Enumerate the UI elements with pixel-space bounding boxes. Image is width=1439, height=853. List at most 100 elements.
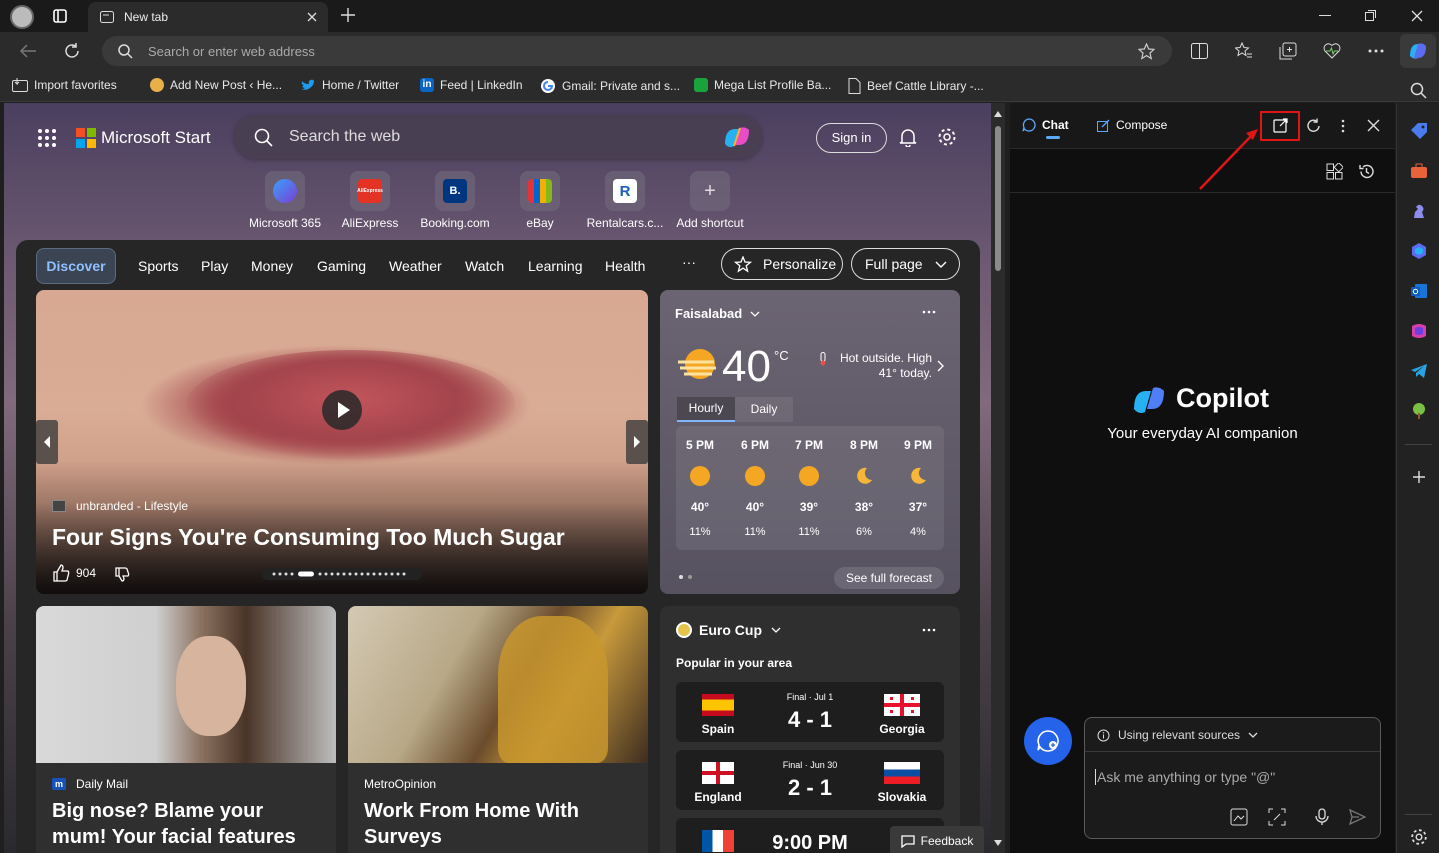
shortcut-aliexpress[interactable]: AliExpress AliExpress bbox=[325, 171, 415, 230]
tab-daily[interactable]: Daily bbox=[735, 397, 793, 422]
favorite-add-new-post[interactable]: Add New Post ‹ He... bbox=[150, 78, 282, 92]
tab-discover[interactable]: Discover bbox=[36, 248, 116, 284]
open-in-new-tab-button[interactable] bbox=[1260, 111, 1300, 141]
weather-location[interactable]: Faisalabad bbox=[675, 306, 760, 321]
shortcut-ebay[interactable]: eBay bbox=[495, 171, 585, 230]
weather-card[interactable]: Faisalabad 40 °C Hot outside. High 41° t… bbox=[660, 290, 960, 594]
settings-gear-icon[interactable] bbox=[937, 127, 957, 147]
carousel-prev-button[interactable] bbox=[36, 420, 58, 464]
more-categories-icon[interactable]: ··· bbox=[682, 254, 696, 270]
tab-new-tab[interactable]: New tab bbox=[88, 2, 328, 32]
weather-alert[interactable]: Hot outside. High 41° today. bbox=[832, 351, 932, 381]
carousel-next-button[interactable] bbox=[626, 420, 648, 464]
send-icon[interactable] bbox=[1349, 809, 1366, 825]
web-search-box[interactable]: Search the web bbox=[234, 115, 762, 159]
new-chat-button[interactable] bbox=[1024, 717, 1072, 765]
match-england-slovakia[interactable]: England Final · Jun 30 2 - 1 Slovakia bbox=[676, 750, 944, 810]
card-title[interactable]: Big nose? Blame your mum! Your facial fe… bbox=[52, 798, 322, 853]
tab-weather[interactable]: Weather bbox=[389, 258, 442, 274]
more-options-icon[interactable] bbox=[922, 310, 936, 314]
chat-input-box[interactable]: Using relevant sources Ask me anything o… bbox=[1084, 717, 1381, 839]
screenshot-icon[interactable] bbox=[1268, 808, 1286, 826]
tab-compose[interactable]: Compose bbox=[1097, 118, 1167, 132]
match-spain-georgia[interactable]: Spain Final · Jul 1 4 - 1 Georgia bbox=[676, 682, 944, 742]
favorite-twitter[interactable]: Home / Twitter bbox=[300, 78, 399, 92]
scroll-up-icon[interactable] bbox=[994, 111, 1002, 117]
copilot-sidebar-icon[interactable] bbox=[1410, 242, 1428, 260]
tab-watch[interactable]: Watch bbox=[465, 258, 504, 274]
back-arrow-icon[interactable] bbox=[19, 43, 37, 59]
tab-health[interactable]: Health bbox=[605, 258, 645, 274]
image-translate-icon[interactable] bbox=[1230, 808, 1248, 826]
split-screen-icon[interactable] bbox=[1191, 43, 1208, 59]
refresh-icon[interactable] bbox=[1306, 118, 1321, 133]
euro-cup-card[interactable]: Euro Cup Popular in your area Spain Fina… bbox=[660, 606, 960, 853]
favorite-import[interactable]: Import favorites bbox=[12, 78, 117, 92]
minimize-button[interactable] bbox=[1319, 15, 1331, 16]
tab-actions-icon[interactable] bbox=[53, 9, 67, 23]
history-icon[interactable] bbox=[1358, 163, 1375, 180]
tab-play[interactable]: Play bbox=[201, 258, 228, 274]
copilot-toolbar-button[interactable] bbox=[1400, 34, 1436, 68]
tools-briefcase-icon[interactable] bbox=[1410, 162, 1428, 180]
scrollbar-thumb[interactable] bbox=[995, 126, 1001, 271]
tab-chat[interactable]: Chat bbox=[1022, 118, 1069, 132]
play-button[interactable] bbox=[322, 390, 362, 430]
copilot-icon[interactable] bbox=[722, 124, 752, 150]
shortcut-rentalcars[interactable]: R Rentalcars.c... bbox=[580, 171, 670, 230]
tree-icon[interactable] bbox=[1410, 402, 1428, 420]
m365-icon[interactable] bbox=[1410, 322, 1428, 340]
scroll-down-icon[interactable] bbox=[994, 840, 1002, 846]
profile-avatar[interactable] bbox=[10, 5, 34, 29]
collections-icon[interactable] bbox=[1279, 42, 1297, 60]
chat-input-placeholder[interactable]: Ask me anything or type "@" bbox=[1095, 769, 1275, 785]
add-app-plus-icon[interactable] bbox=[1410, 468, 1428, 486]
favorites-icon[interactable] bbox=[1235, 42, 1253, 60]
brand-title[interactable]: Microsoft Start bbox=[101, 128, 211, 148]
hero-title[interactable]: Four Signs You're Consuming Too Much Sug… bbox=[52, 524, 565, 551]
carousel-pager[interactable] bbox=[262, 568, 422, 580]
tab-hourly[interactable]: Hourly bbox=[677, 397, 735, 422]
sidebar-settings-gear-icon[interactable] bbox=[1410, 828, 1428, 846]
app-launcher-icon[interactable] bbox=[38, 129, 56, 147]
like-button[interactable]: 904 bbox=[52, 564, 96, 582]
tab-learning[interactable]: Learning bbox=[528, 258, 583, 274]
tab-gaming[interactable]: Gaming bbox=[317, 258, 366, 274]
refresh-icon[interactable] bbox=[63, 42, 81, 60]
sign-in-button[interactable]: Sign in bbox=[816, 123, 887, 153]
microphone-icon[interactable] bbox=[1315, 808, 1329, 826]
tab-sports[interactable]: Sports bbox=[138, 258, 178, 274]
new-tab-button[interactable] bbox=[341, 8, 355, 22]
games-chess-icon[interactable] bbox=[1410, 202, 1428, 220]
sidebar-search-icon[interactable] bbox=[1410, 82, 1428, 100]
tab-money[interactable]: Money bbox=[251, 258, 293, 274]
article-card-metro[interactable]: MetroOpinion Work From Home With Surveys bbox=[348, 606, 648, 853]
shortcut-microsoft-365[interactable]: Microsoft 365 bbox=[240, 171, 330, 230]
more-options-icon[interactable] bbox=[922, 628, 936, 632]
shortcut-add[interactable]: + Add shortcut bbox=[665, 171, 755, 230]
card-title[interactable]: Work From Home With Surveys bbox=[364, 798, 634, 850]
close-window-button[interactable] bbox=[1411, 10, 1423, 22]
outlook-icon[interactable] bbox=[1410, 282, 1428, 300]
restore-button[interactable] bbox=[1365, 10, 1376, 21]
thumbs-down-icon[interactable] bbox=[114, 566, 130, 582]
close-tab-icon[interactable] bbox=[306, 11, 318, 23]
favorite-star-icon[interactable] bbox=[1138, 43, 1155, 60]
favorite-mega-list[interactable]: Mega List Profile Ba... bbox=[694, 78, 831, 92]
address-bar[interactable]: Search or enter web address bbox=[102, 36, 1172, 66]
more-menu-icon[interactable] bbox=[1368, 49, 1384, 53]
notifications-bell-icon[interactable] bbox=[898, 127, 918, 147]
close-pane-icon[interactable] bbox=[1367, 119, 1380, 132]
plugins-icon[interactable] bbox=[1326, 163, 1343, 180]
feedback-button[interactable]: Feedback bbox=[890, 826, 984, 853]
chevron-right-icon[interactable] bbox=[937, 360, 944, 372]
telegram-icon[interactable] bbox=[1410, 362, 1428, 380]
browser-essentials-icon[interactable] bbox=[1323, 42, 1341, 59]
personalize-button[interactable]: Personalize bbox=[721, 248, 843, 280]
sources-selector[interactable]: Using relevant sources bbox=[1097, 728, 1258, 742]
see-full-forecast-button[interactable]: See full forecast bbox=[834, 567, 944, 589]
more-options-icon[interactable] bbox=[1341, 119, 1345, 133]
shortcut-booking[interactable]: B. Booking.com bbox=[410, 171, 500, 230]
euro-title[interactable]: Euro Cup bbox=[699, 622, 781, 638]
hero-article-card[interactable]: unbranded - Lifestyle Four Signs You're … bbox=[36, 290, 648, 594]
